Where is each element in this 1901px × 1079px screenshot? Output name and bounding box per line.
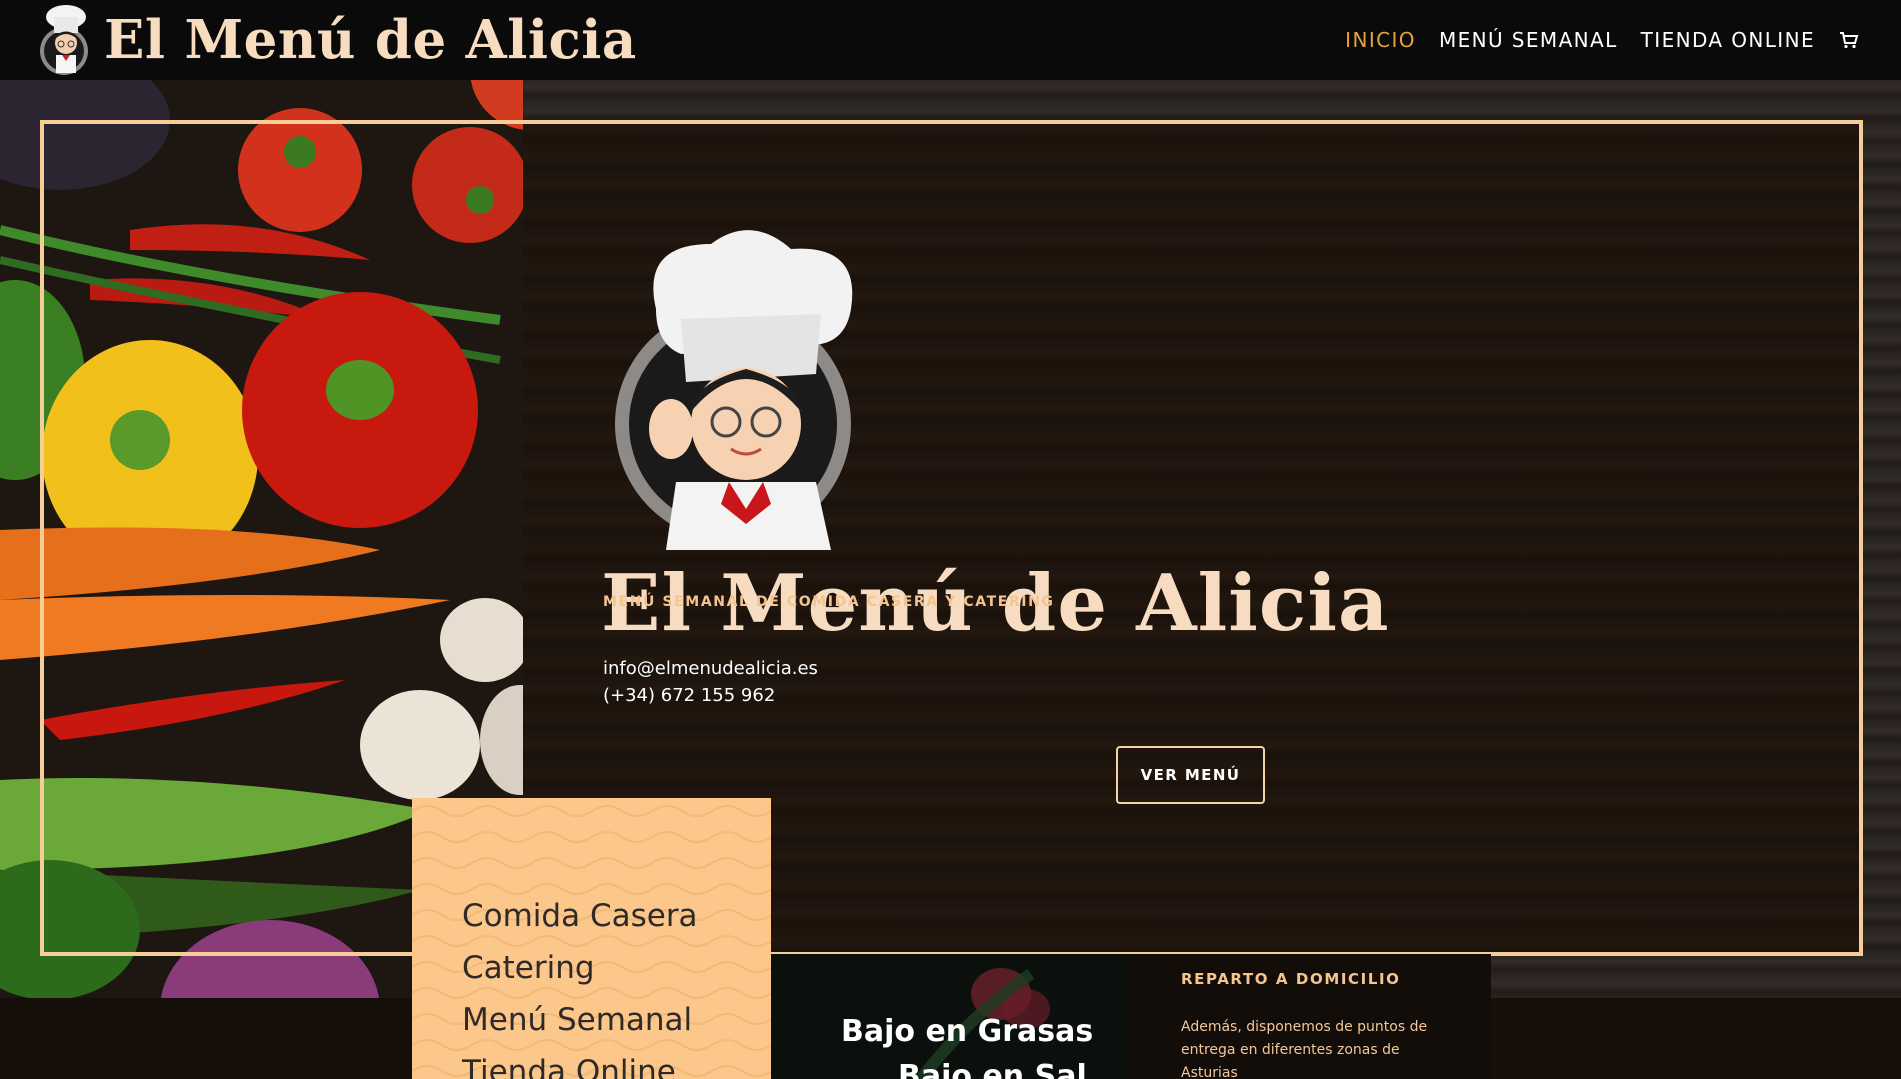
feature-line-fat: Bajo en Grasas xyxy=(841,1014,1094,1049)
site-logo[interactable]: El Menú de Alicia xyxy=(34,2,637,78)
logo-text: El Menú de Alicia xyxy=(104,9,637,71)
ver-menu-button[interactable]: VER MENÚ xyxy=(1116,746,1265,804)
contact-email[interactable]: info@elmenudealicia.es xyxy=(603,658,818,679)
site-header: El Menú de Alicia INICIO MENÚ SEMANAL TI… xyxy=(0,0,1901,80)
hero-section: El Menú de Alicia xyxy=(0,80,1901,998)
service-item-tienda-online[interactable]: Tienda Online xyxy=(462,1054,698,1079)
hero-subtitle: MENÚ SEMANAL DE COMIDA CASERA Y CATERING xyxy=(603,594,1055,610)
feature-line-salt: Bajo en Sal xyxy=(898,1059,1087,1079)
nav-item-inicio[interactable]: INICIO xyxy=(1345,28,1416,52)
main-navigation: INICIO MENÚ SEMANAL TIENDA ONLINE xyxy=(1322,0,1859,80)
service-item-menu-semanal[interactable]: Menú Semanal xyxy=(462,1002,698,1054)
nav-item-tienda-online[interactable]: TIENDA ONLINE xyxy=(1641,28,1815,52)
services-card: Comida Casera Catering Menú Semanal Tien… xyxy=(412,798,771,1079)
services-list: Comida Casera Catering Menú Semanal Tien… xyxy=(462,898,698,1079)
service-item-catering[interactable]: Catering xyxy=(462,950,698,1002)
delivery-description: Además, disponemos de puntos de entrega … xyxy=(1181,1019,1428,1079)
nav-item-menu-semanal[interactable]: MENÚ SEMANAL xyxy=(1439,28,1618,52)
chef-mascot-image xyxy=(615,230,853,550)
service-item-comida-casera[interactable]: Comida Casera xyxy=(462,898,698,950)
feature-card: Bajo en Grasas Bajo en Sal xyxy=(771,954,1131,1079)
delivery-card: REPARTO A DOMICILIO Además, disponemos d… xyxy=(1131,954,1491,1079)
contact-phone[interactable]: (+34) 672 155 962 xyxy=(603,685,775,706)
cart-icon[interactable] xyxy=(1839,30,1859,50)
chef-logo-icon xyxy=(40,5,88,75)
delivery-title: REPARTO A DOMICILIO xyxy=(1181,970,1401,988)
